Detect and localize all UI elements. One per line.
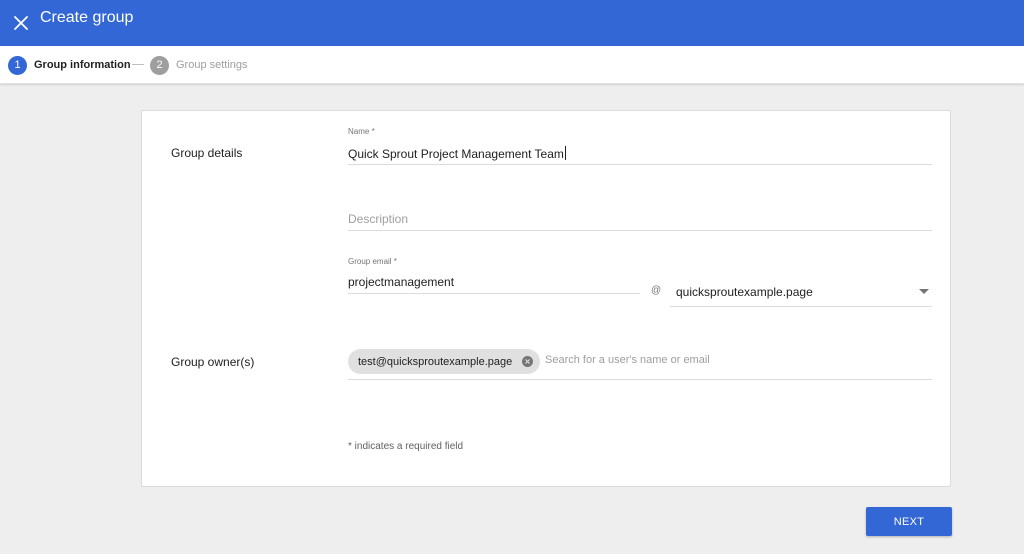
step-number-badge: 2 xyxy=(150,55,169,75)
group-owners-label: Group owner(s) xyxy=(171,355,255,369)
at-sign: @ xyxy=(651,285,662,296)
chevron-down-icon[interactable] xyxy=(919,289,929,294)
group-form-card: Group details Name * Quick Sprout Projec… xyxy=(141,110,951,487)
name-field-label: Name * xyxy=(348,127,375,136)
owner-chip-label: test@quicksproutexample.page xyxy=(358,355,513,368)
name-field-value: Quick Sprout Project Management Team xyxy=(348,147,564,161)
step-connector xyxy=(132,64,144,65)
group-email-field-underline xyxy=(348,293,640,294)
group-details-label: Group details xyxy=(171,146,243,160)
step-label: Group information xyxy=(34,59,131,71)
step-group-settings[interactable]: 2 Group settings xyxy=(150,55,248,75)
remove-chip-icon[interactable] xyxy=(522,356,533,367)
description-field[interactable]: Description xyxy=(348,212,408,226)
step-group-information[interactable]: 1 Group information xyxy=(8,55,131,75)
close-icon xyxy=(14,16,28,30)
required-field-note: * indicates a required field xyxy=(348,441,464,452)
step-number-badge: 1 xyxy=(8,55,27,75)
domain-select-underline xyxy=(670,306,932,307)
description-field-underline xyxy=(348,230,932,231)
text-cursor xyxy=(564,146,566,160)
owners-field-underline xyxy=(348,379,932,380)
close-button[interactable] xyxy=(7,9,35,37)
domain-select[interactable]: quicksproutexample.page xyxy=(676,285,813,299)
page-title: Create group xyxy=(40,9,134,26)
group-email-field-label: Group email * xyxy=(348,257,397,266)
group-email-field[interactable]: projectmanagement xyxy=(348,275,454,289)
step-label: Group settings xyxy=(176,59,248,71)
next-button[interactable]: NEXT xyxy=(866,507,952,536)
owner-chip[interactable]: test@quicksproutexample.page xyxy=(348,349,540,374)
name-field-underline xyxy=(348,164,932,165)
name-field[interactable]: Quick Sprout Project Management Team xyxy=(348,146,566,161)
top-app-bar: Create group xyxy=(0,0,1024,46)
stepper: 1 Group information 2 Group settings xyxy=(0,46,1024,84)
owner-search-input[interactable] xyxy=(545,354,925,366)
